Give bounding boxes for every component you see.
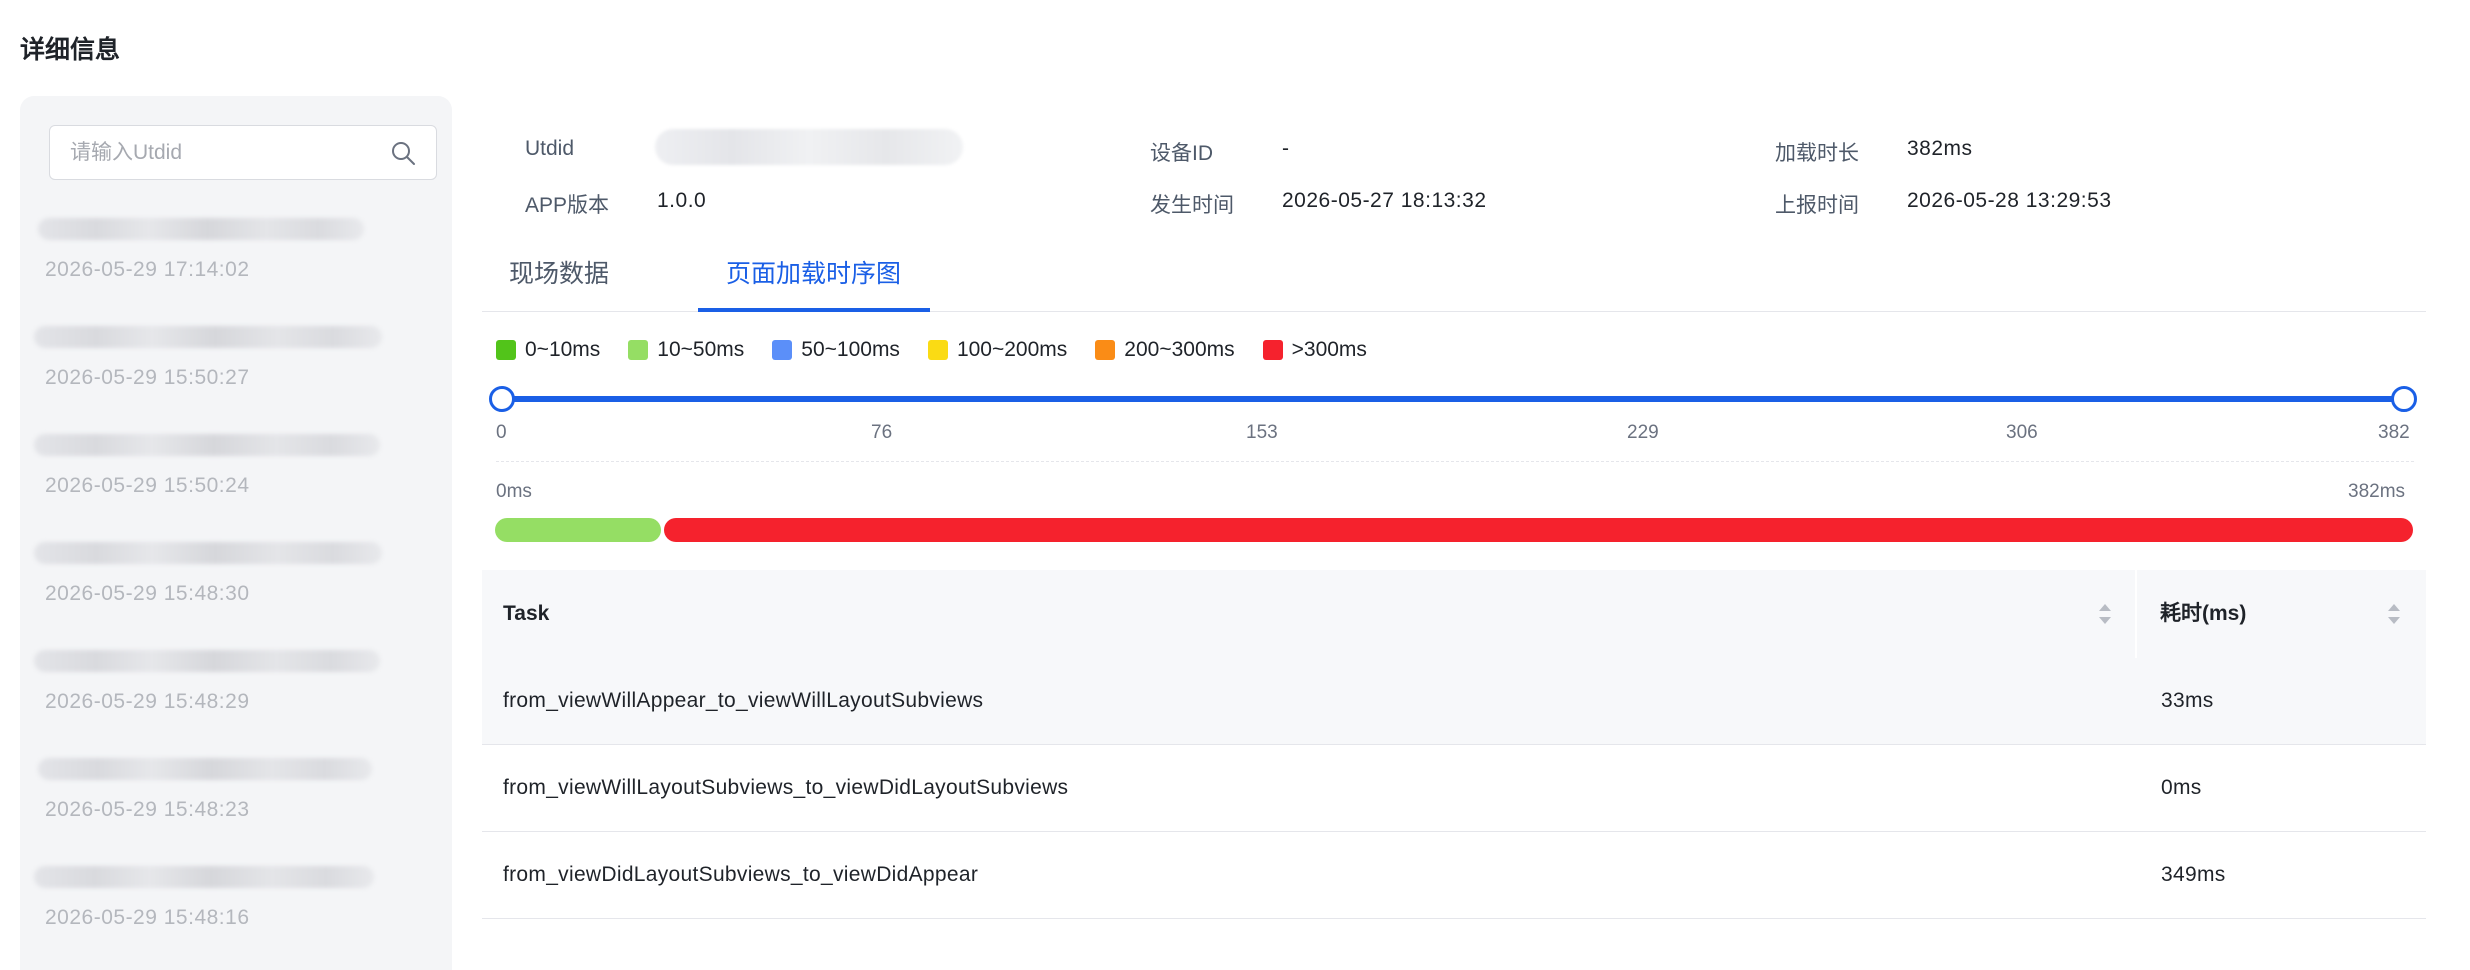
duration-legend: 0~10ms 10~50ms 50~100ms 100~200ms 200~30… <box>496 337 1395 363</box>
utdid-value-redacted <box>655 129 963 165</box>
record-item[interactable]: 2026-05-29 15:48:23 <box>20 758 452 866</box>
record-list: 2026-05-29 17:14:02 2026-05-29 15:50:27 … <box>20 218 452 970</box>
record-time: 2026-05-29 15:48:16 <box>45 906 250 929</box>
record-utdid-redacted <box>34 866 374 888</box>
legend-label: 10~50ms <box>657 338 745 361</box>
record-item[interactable]: 2026-05-29 15:48:29 <box>20 650 452 758</box>
legend-item: 10~50ms <box>628 338 744 362</box>
slider-tick-label: 153 <box>1246 422 1278 443</box>
active-tab-indicator <box>698 308 930 312</box>
record-utdid-redacted <box>38 758 372 780</box>
record-time: 2026-05-29 15:48:30 <box>45 582 250 605</box>
record-utdid-redacted <box>34 326 382 348</box>
record-item[interactable]: 2026-05-29 15:50:24 <box>20 434 452 542</box>
legend-label: 50~100ms <box>801 338 900 361</box>
slider-tick-label: 0 <box>496 422 507 443</box>
sort-icon[interactable] <box>2098 600 2112 628</box>
duration-cell: 0ms <box>2161 776 2202 799</box>
record-item[interactable]: 2026-05-29 15:48:30 <box>20 542 452 650</box>
legend-item: 0~10ms <box>496 338 600 362</box>
legend-label: >300ms <box>1291 338 1367 361</box>
detail-tabs: 现场数据 页面加载时序图 <box>482 240 2426 312</box>
task-cell: from_viewWillLayoutSubviews_to_viewDidLa… <box>503 776 1069 799</box>
record-utdid-redacted <box>34 434 380 456</box>
legend-swatch <box>1262 340 1283 360</box>
table-row[interactable]: from_viewDidLayoutSubviews_to_viewDidApp… <box>482 832 2426 919</box>
slider-tick-label: 229 <box>1627 422 1659 443</box>
page-title: 详细信息 <box>20 36 121 64</box>
utdid-search-input[interactable] <box>70 126 390 179</box>
table-row[interactable]: from_viewWillLayoutSubviews_to_viewDidLa… <box>482 745 2426 832</box>
record-time: 2026-05-29 17:14:02 <box>45 258 250 281</box>
record-item[interactable]: 2026-05-29 15:48:16 <box>20 866 452 970</box>
table-row[interactable]: from_viewWillAppear_to_viewWillLayoutSub… <box>482 658 2426 745</box>
record-utdid-redacted <box>34 650 380 672</box>
column-header-duration[interactable]: 耗时(ms) <box>2160 570 2246 658</box>
legend-item: 100~200ms <box>927 338 1068 362</box>
table-header: Task 耗时(ms) <box>482 570 2426 658</box>
slider-tick-label: 76 <box>871 422 893 443</box>
task-cell: from_viewDidLayoutSubviews_to_viewDidApp… <box>503 863 979 886</box>
timeline-end-label: 382ms <box>2348 481 2406 502</box>
range-slider-start-handle[interactable] <box>489 386 515 412</box>
record-utdid-redacted <box>34 542 382 564</box>
range-slider-track[interactable] <box>501 396 2405 402</box>
legend-swatch <box>772 340 793 360</box>
record-sidebar: 2026-05-29 17:14:02 2026-05-29 15:50:27 … <box>20 96 452 970</box>
report-time-label: 上报时间 <box>1775 194 1859 217</box>
search-box[interactable] <box>49 125 437 180</box>
device-id-value: - <box>1282 137 1290 160</box>
record-time: 2026-05-29 15:50:24 <box>45 474 250 497</box>
load-duration-value: 382ms <box>1907 137 1973 160</box>
legend-item: 200~300ms <box>1095 338 1235 362</box>
report-time-value: 2026-05-28 13:29:53 <box>1907 189 2112 212</box>
range-slider-end-handle[interactable] <box>2391 386 2417 412</box>
record-time: 2026-05-29 15:48:23 <box>45 798 250 821</box>
column-header-task[interactable]: Task <box>503 570 549 658</box>
divider <box>496 461 2414 462</box>
load-timeline-bar <box>495 518 2413 542</box>
occur-time-label: 发生时间 <box>1150 194 1234 217</box>
column-divider <box>2135 570 2137 658</box>
timeline-start-label: 0ms <box>496 481 532 502</box>
task-cell: from_viewWillAppear_to_viewWillLayoutSub… <box>503 689 984 712</box>
slider-tick-label: 382 <box>2378 422 2410 443</box>
task-table: Task 耗时(ms) from_viewWillAppear_to_viewW… <box>482 570 2426 919</box>
app-version-label: APP版本 <box>525 194 610 217</box>
record-item[interactable]: 2026-05-29 15:50:27 <box>20 326 452 434</box>
legend-swatch <box>1095 340 1116 360</box>
tab-scene-data[interactable]: 现场数据 <box>509 254 609 290</box>
duration-cell: 349ms <box>2161 863 2226 886</box>
sort-icon[interactable] <box>2387 600 2401 628</box>
timeline-segment[interactable] <box>495 518 661 542</box>
timeline-segment[interactable] <box>663 518 2413 542</box>
record-time: 2026-05-29 15:50:27 <box>45 366 250 389</box>
legend-label: 0~10ms <box>525 338 601 361</box>
search-icon[interactable] <box>390 140 416 166</box>
occur-time-value: 2026-05-27 18:13:32 <box>1282 189 1487 212</box>
record-item[interactable]: 2026-05-29 17:14:02 <box>20 218 452 326</box>
slider-tick-label: 306 <box>2006 422 2038 443</box>
legend-item: 50~100ms <box>772 338 900 362</box>
legend-swatch <box>628 340 649 360</box>
legend-label: 100~200ms <box>956 338 1068 361</box>
legend-item: >300ms <box>1262 338 1367 362</box>
app-version-value: 1.0.0 <box>657 189 707 212</box>
tab-load-timeline[interactable]: 页面加载时序图 <box>726 254 901 290</box>
utdid-label: Utdid <box>525 137 575 160</box>
legend-swatch <box>927 340 948 360</box>
legend-swatch <box>496 340 516 360</box>
duration-cell: 33ms <box>2161 689 2214 712</box>
load-duration-label: 加载时长 <box>1775 142 1859 165</box>
legend-label: 200~300ms <box>1124 338 1235 361</box>
record-utdid-redacted <box>38 218 364 240</box>
device-id-label: 设备ID <box>1150 142 1213 165</box>
record-time: 2026-05-29 15:48:29 <box>45 690 250 713</box>
